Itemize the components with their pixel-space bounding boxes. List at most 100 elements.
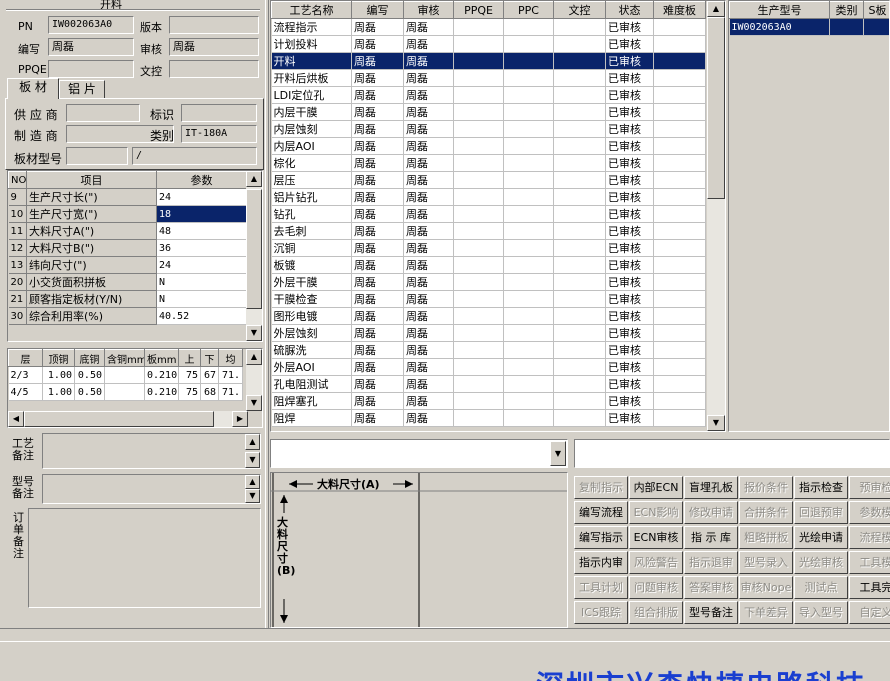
process-cell[interactable]	[653, 375, 706, 393]
params-row[interactable]: 13 纬向尺寸(") 24	[8, 256, 247, 274]
process-cell[interactable]	[453, 103, 504, 121]
process-row[interactable]: 阻焊塞孔 周磊 周磊 已审核	[271, 392, 706, 410]
layers-hscrollbar[interactable]: ◀ ▶	[8, 411, 248, 427]
process-cell[interactable]	[653, 52, 706, 70]
process-cell[interactable]	[503, 205, 554, 223]
process-cell[interactable]	[503, 69, 554, 87]
process-cell[interactable]: 铝片钻孔	[271, 188, 352, 206]
params-row[interactable]: 12 大料尺寸B(") 36	[8, 239, 247, 257]
action-button[interactable]: 型号录入	[739, 551, 793, 574]
process-cell[interactable]	[653, 171, 706, 189]
process-cell[interactable]: 周磊	[403, 256, 454, 274]
models-header-cell[interactable]: S板	[863, 1, 889, 19]
action-button[interactable]: 答案审核	[684, 576, 738, 599]
action-button[interactable]: ICS跟踪	[574, 601, 628, 624]
process-cell[interactable]: 周磊	[403, 188, 454, 206]
process-cell[interactable]	[503, 256, 554, 274]
control-field[interactable]	[169, 60, 259, 78]
params-row[interactable]: 21 顾客指定板材(Y/N) N	[8, 290, 247, 308]
scroll-right-icon[interactable]: ▶	[232, 411, 248, 427]
process-cell[interactable]: 已审核	[605, 137, 654, 155]
process-cell[interactable]	[653, 273, 706, 291]
model-remark-input[interactable]: ▲ ▼	[42, 474, 261, 504]
action-button[interactable]: 指示检查	[794, 476, 848, 499]
process-cell[interactable]: 已审核	[605, 86, 654, 104]
process-cell[interactable]: 周磊	[403, 341, 454, 359]
process-cell[interactable]: 周磊	[403, 120, 454, 138]
layers-cell[interactable]: 71.	[218, 366, 243, 384]
process-cell[interactable]: 外层蚀刻	[271, 324, 352, 342]
process-cell[interactable]: 周磊	[403, 392, 454, 410]
process-row[interactable]: 去毛刺 周磊 周磊 已审核	[271, 222, 706, 240]
layers-vscrollbar[interactable]: ▲ ▼	[246, 349, 262, 411]
models-header-cell[interactable]: 类别	[829, 1, 864, 19]
action-button[interactable]: 流程模	[849, 526, 890, 549]
process-cell[interactable]: 钻孔	[271, 205, 352, 223]
params-row[interactable]: 30 综合利用率(%) 40.52	[8, 307, 247, 325]
params-no-cell[interactable]: 9	[8, 188, 27, 206]
process-cell[interactable]	[453, 341, 504, 359]
process-cell[interactable]: 周磊	[351, 137, 404, 155]
layers-cell[interactable]: 0.50	[74, 383, 105, 401]
params-no-cell[interactable]: 13	[8, 256, 27, 274]
process-cell[interactable]: 阻焊塞孔	[271, 392, 352, 410]
process-row[interactable]: 内层干膜 周磊 周磊 已审核	[271, 103, 706, 121]
layers-cell[interactable]: 0.210	[144, 366, 179, 384]
chevron-down-icon[interactable]: ▼	[550, 441, 566, 466]
process-cell[interactable]	[653, 307, 706, 325]
process-cell[interactable]	[553, 103, 606, 121]
process-cell[interactable]: 已审核	[605, 341, 654, 359]
process-cell[interactable]	[503, 171, 554, 189]
process-cell[interactable]	[553, 222, 606, 240]
process-cell[interactable]: 周磊	[403, 375, 454, 393]
process-cell[interactable]: 已审核	[605, 120, 654, 138]
process-cell[interactable]: 周磊	[351, 358, 404, 376]
layers-cell[interactable]: 75	[178, 366, 201, 384]
action-button[interactable]: 盲埋孔板	[684, 476, 738, 499]
process-cell[interactable]	[453, 18, 504, 36]
process-cell[interactable]	[503, 35, 554, 53]
process-cell[interactable]: 周磊	[403, 290, 454, 308]
layers-cell[interactable]	[104, 366, 145, 384]
process-cell[interactable]	[653, 35, 706, 53]
order-remark-input[interactable]	[28, 508, 261, 608]
process-cell[interactable]	[553, 137, 606, 155]
process-cell[interactable]	[653, 392, 706, 410]
action-button[interactable]: ECN影响	[629, 501, 683, 524]
process-cell[interactable]: 周磊	[403, 103, 454, 121]
process-cell[interactable]: 已审核	[605, 256, 654, 274]
process-header-cell[interactable]: PPQE	[453, 1, 504, 19]
process-header-cell[interactable]: 审核	[403, 1, 454, 19]
process-cell[interactable]	[503, 103, 554, 121]
process-combo[interactable]: ▼	[270, 439, 568, 468]
process-cell[interactable]: 开料后烘板	[271, 69, 352, 87]
process-cell[interactable]: 周磊	[403, 222, 454, 240]
process-row[interactable]: 棕化 周磊 周磊 已审核	[271, 154, 706, 172]
layers-cell[interactable]: 0.50	[74, 366, 105, 384]
process-cell[interactable]	[453, 137, 504, 155]
action-button[interactable]: 参数模	[849, 501, 890, 524]
process-cell[interactable]: 已审核	[605, 171, 654, 189]
process-cell[interactable]: 周磊	[351, 324, 404, 342]
process-cell[interactable]: 周磊	[351, 154, 404, 172]
layers-cell[interactable]: 71.	[218, 383, 243, 401]
action-button[interactable]: 编写流程	[574, 501, 628, 524]
process-cell[interactable]	[503, 86, 554, 104]
process-cell[interactable]	[503, 120, 554, 138]
params-row[interactable]: 20 小交货面积拼板 N	[8, 273, 247, 291]
params-no-cell[interactable]: 30	[8, 307, 27, 325]
process-cell[interactable]: 周磊	[351, 18, 404, 36]
process-cell[interactable]	[653, 154, 706, 172]
process-cell[interactable]: 已审核	[605, 273, 654, 291]
process-cell[interactable]	[503, 52, 554, 70]
process-cell[interactable]: 已审核	[605, 188, 654, 206]
process-row[interactable]: 外层蚀刻 周磊 周磊 已审核	[271, 324, 706, 342]
process-header-cell[interactable]: 工艺名称	[271, 1, 352, 19]
scroll-up-icon[interactable]: ▲	[246, 171, 262, 187]
process-row[interactable]: 钻孔 周磊 周磊 已审核	[271, 205, 706, 223]
process-cell[interactable]: 周磊	[403, 154, 454, 172]
params-no-cell[interactable]: 10	[8, 205, 27, 223]
process-cell[interactable]: 周磊	[403, 137, 454, 155]
process-cell[interactable]	[653, 205, 706, 223]
process-cell[interactable]: 周磊	[351, 120, 404, 138]
